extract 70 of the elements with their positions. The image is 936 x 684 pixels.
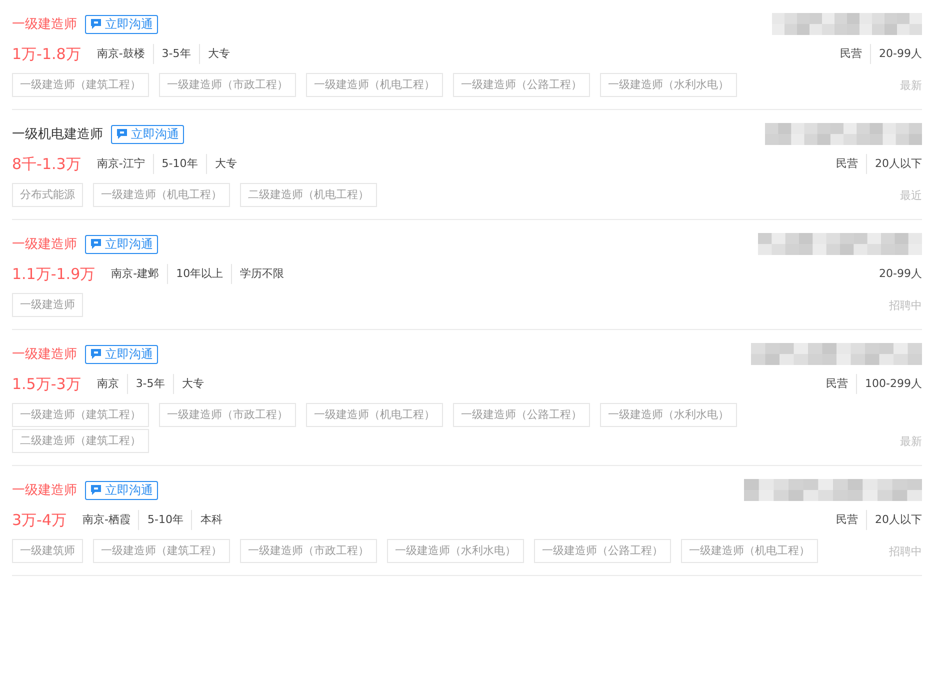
salary: 1.1万-1.9万 <box>12 264 96 284</box>
job-requirement: 5-10年 <box>138 510 192 530</box>
status-label: 最新 <box>900 434 922 450</box>
status-label: 最近 <box>900 188 922 204</box>
company-info: 民营 <box>836 512 859 528</box>
skill-tag: 一级建造师（公路工程） <box>534 539 671 563</box>
chat-icon <box>90 348 102 360</box>
salary: 3万-4万 <box>12 510 66 530</box>
skill-tag: 一级建造师（水利水电） <box>387 539 524 563</box>
job-requirement: 本科 <box>191 510 230 530</box>
job-requirement: 大专 <box>206 154 245 174</box>
company-info: 100-299人 <box>856 374 922 394</box>
job-requirement: 南京 <box>96 376 120 392</box>
company-info: 民营 <box>826 376 850 392</box>
job-title[interactable]: 一级建造师 <box>12 345 77 363</box>
chat-button[interactable]: 立即沟通 <box>85 234 158 254</box>
status-label: 招聘中 <box>889 298 922 314</box>
skill-tag: 二级建造师（机电工程） <box>240 183 377 207</box>
chat-button[interactable]: 立即沟通 <box>111 124 184 144</box>
chat-icon <box>116 128 128 140</box>
skill-tag: 一级建造师（建筑工程） <box>93 539 230 563</box>
skill-tag: 一级建筑师 <box>12 539 83 563</box>
company-info: 20-99人 <box>879 266 922 282</box>
salary: 1.5万-3万 <box>12 374 81 394</box>
chat-icon <box>90 18 102 30</box>
chat-button[interactable]: 立即沟通 <box>85 480 158 500</box>
chat-icon <box>90 484 102 496</box>
skill-tag: 一级建造师（机电工程） <box>93 183 230 207</box>
job-requirement: 3-5年 <box>126 374 173 394</box>
job-requirement: 南京-栖霞 <box>82 512 132 528</box>
job-requirement: 南京-江宁 <box>96 156 146 172</box>
company-info: 20-99人 <box>870 44 922 64</box>
skill-tag: 一级建造师（建筑工程） <box>12 73 149 97</box>
skill-tag: 一级建造师（公路工程） <box>453 73 590 97</box>
job-requirement: 南京-鼓楼 <box>96 46 146 62</box>
skill-tag: 一级建造师（机电工程） <box>681 539 818 563</box>
skill-tag: 一级建造师（市政工程） <box>159 403 296 427</box>
job-requirement: 5-10年 <box>152 154 206 174</box>
skill-tag: 一级建造师（机电工程） <box>306 403 443 427</box>
chat-button[interactable]: 立即沟通 <box>85 14 158 34</box>
job-title[interactable]: 一级机电建造师 <box>12 125 103 143</box>
company-info: 20人以下 <box>866 510 922 530</box>
job-requirement: 大专 <box>198 44 238 64</box>
chat-button[interactable]: 立即沟通 <box>85 344 158 364</box>
skill-tag: 一级建造师 <box>12 293 83 317</box>
skill-tag: 一级建造师（水利水电） <box>600 73 737 97</box>
skill-tag: 一级建造师（建筑工程） <box>12 403 149 427</box>
job-requirement: 南京-建邺 <box>111 266 160 282</box>
status-label: 招聘中 <box>889 544 922 560</box>
chat-icon <box>90 238 102 250</box>
skill-tag: 分布式能源 <box>12 183 83 207</box>
skill-tag: 二级建造师（建筑工程） <box>12 429 149 453</box>
salary: 1万-1.8万 <box>12 44 81 64</box>
job-requirement: 学历不限 <box>231 264 292 284</box>
skill-tag: 一级建造师（公路工程） <box>453 403 590 427</box>
company-info: 20人以下 <box>866 154 922 174</box>
job-requirement: 大专 <box>172 374 212 394</box>
status-label: 最新 <box>900 78 922 94</box>
skill-tag: 一级建造师（市政工程） <box>159 73 296 97</box>
job-title[interactable]: 一级建造师 <box>12 235 77 253</box>
company-info: 民营 <box>840 46 864 62</box>
skill-tag: 一级建造师（机电工程） <box>306 73 443 97</box>
company-info: 民营 <box>836 156 859 172</box>
job-title[interactable]: 一级建造师 <box>12 15 77 33</box>
job-title[interactable]: 一级建造师 <box>12 481 77 499</box>
job-requirement: 3-5年 <box>152 44 199 64</box>
salary: 8千-1.3万 <box>12 154 81 174</box>
job-requirement: 10年以上 <box>167 264 232 284</box>
skill-tag: 一级建造师（市政工程） <box>240 539 377 563</box>
skill-tag: 一级建造师（水利水电） <box>600 403 737 427</box>
